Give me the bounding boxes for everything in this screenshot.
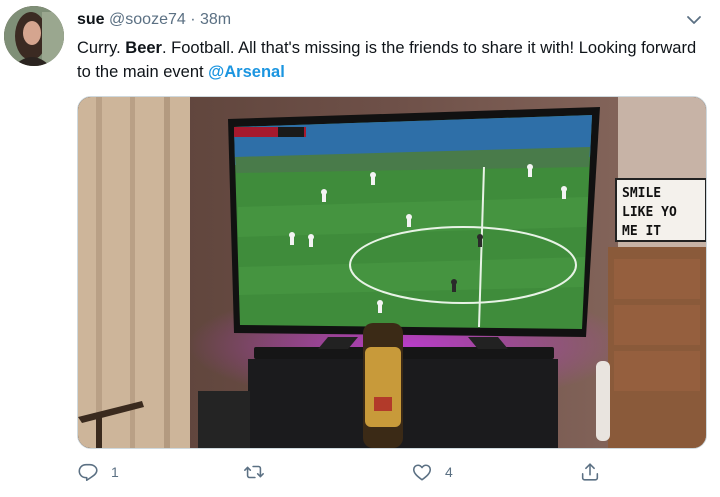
tweet-card[interactable]: sue @sooze74 · 38m Curry. Beer. Football… [0,0,720,497]
tweet-text-part2: . Football. All that's missing is the fr… [77,39,697,81]
tweet-photo[interactable]: SMILE LIKE YO ME IT [77,96,707,449]
tweet-text-part1: Curry. [77,39,126,57]
share-button[interactable] [579,458,601,486]
like-button[interactable]: 4 [411,458,453,486]
like-icon [412,464,432,481]
sign-line-1: SMILE [622,186,661,201]
share-icon [581,463,599,481]
tweet-text: Curry. Beer. Football. All that's missin… [77,36,707,84]
retweet-icon [244,465,264,479]
display-name[interactable]: sue [77,11,105,28]
action-bar: 1 4 [77,458,707,488]
timestamp[interactable]: 38m [200,11,231,28]
sign-line-3: ME IT [622,224,661,239]
sign-line-2: LIKE YO [622,205,677,220]
reply-count: 1 [111,464,119,480]
avatar[interactable] [4,6,64,66]
separator-dot: · [190,11,196,28]
user-handle[interactable]: @sooze74 [109,11,186,28]
tweet-text-bold: Beer [125,39,162,57]
caret-down-icon[interactable] [684,10,704,30]
retweet-button[interactable] [243,458,277,486]
tweet-header: sue @sooze74 · 38m [77,11,231,29]
reply-icon [78,463,98,482]
mention-link[interactable]: @Arsenal [208,63,285,81]
reply-button[interactable]: 1 [77,458,119,486]
like-count: 4 [445,464,453,480]
